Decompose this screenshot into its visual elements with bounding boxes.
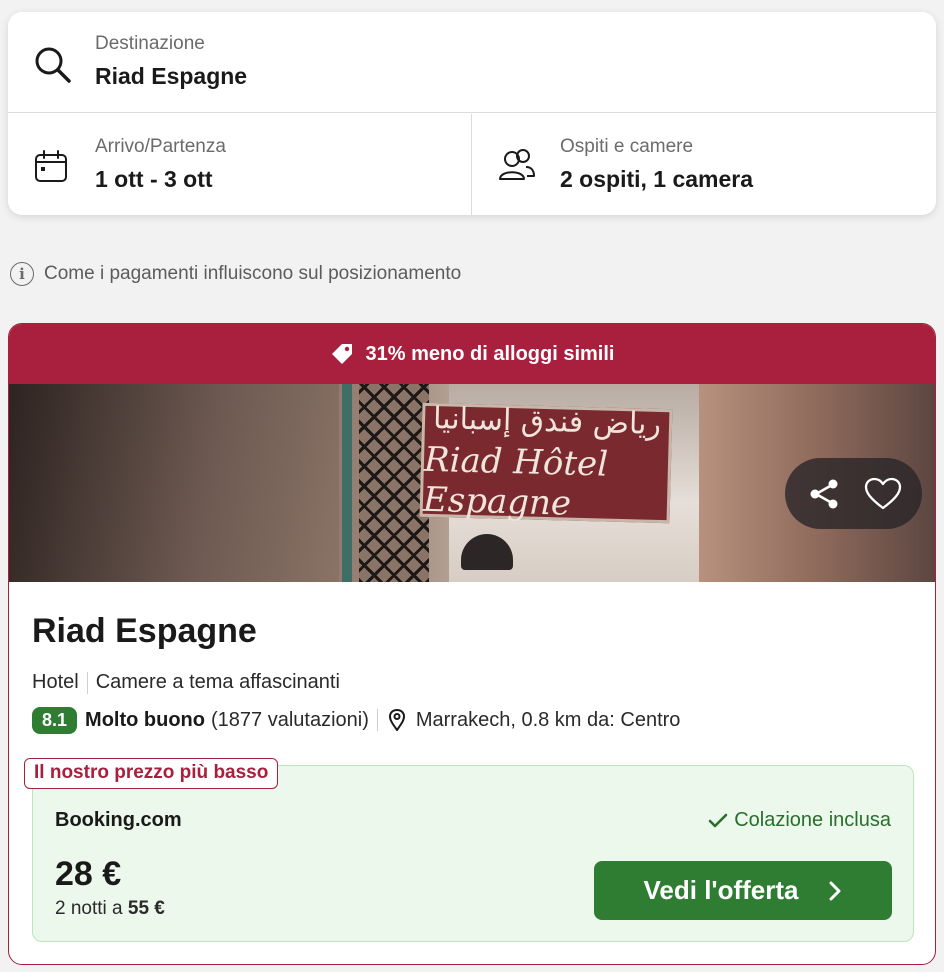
chevron-right-icon xyxy=(829,881,840,900)
share-button[interactable] xyxy=(802,472,846,516)
photo-wall-left xyxy=(9,384,339,582)
hotel-tagline: Camere a tema affascinanti xyxy=(95,671,340,693)
photo-pipe xyxy=(342,384,352,582)
destination-field[interactable]: Destinazione Riad Espagne xyxy=(8,12,936,113)
calendar-icon xyxy=(35,150,67,182)
offer-provider: Booking.com xyxy=(55,809,182,831)
view-offer-label: Vedi l'offerta xyxy=(643,875,799,905)
deal-banner-text: 31% meno di alloggi simili xyxy=(365,342,615,365)
rating-label: Molto buono xyxy=(85,708,205,731)
search-card: Destinazione Riad Espagne Arrivo/Partenz… xyxy=(8,12,936,215)
favorite-button[interactable] xyxy=(861,472,905,516)
deal-banner: 31% meno di alloggi simili xyxy=(9,324,935,384)
hotel-name[interactable]: Riad Espagne xyxy=(32,612,257,651)
sign-latin-text: Riad Hôtel Espagne xyxy=(422,439,609,524)
heart-icon xyxy=(864,477,901,509)
photo-lattice xyxy=(359,384,429,582)
photo-sign: رياض فندق إسبانيا Riad Hôtel Espagne xyxy=(419,400,673,524)
payments-ranking-text: Come i pagamenti influiscono sul posizio… xyxy=(44,263,462,284)
lowest-price-badge: Il nostro prezzo più basso xyxy=(24,758,279,789)
guests-value: 2 ospiti, 1 camera xyxy=(560,166,754,192)
hotel-card[interactable]: 31% meno di alloggi simili رياض فندق إسب… xyxy=(8,323,936,965)
offer-box[interactable]: Booking.com Colazione inclusa 28 € 2 not… xyxy=(32,765,914,942)
payments-ranking-link[interactable]: i Come i pagamenti influiscono sul posiz… xyxy=(10,261,461,287)
rating-score-badge: 8.1 xyxy=(32,706,78,734)
breakfast-text: Colazione inclusa xyxy=(734,809,891,831)
rating-divider xyxy=(376,709,378,731)
breakfast-included: Colazione inclusa xyxy=(708,809,891,832)
sign-arabic-text: رياض فندق إسبانيا xyxy=(432,400,662,442)
review-count: (1877 valutazioni) xyxy=(210,708,369,731)
guests-icon xyxy=(499,149,535,180)
dates-field[interactable]: Arrivo/Partenza 1 ott - 3 ott xyxy=(8,114,472,215)
meta-divider xyxy=(86,671,88,694)
info-icon: i xyxy=(10,262,34,286)
guests-label: Ospiti e camere xyxy=(560,136,694,157)
hotel-location: Marrakech, 0.8 km da: Centro xyxy=(415,708,681,731)
view-offer-button[interactable]: Vedi l'offerta xyxy=(594,861,892,920)
photo-actions xyxy=(785,458,922,529)
nights-prefix: 2 notti a xyxy=(55,898,123,919)
hotel-type: Hotel xyxy=(32,671,79,693)
destination-value: Riad Espagne xyxy=(95,63,248,89)
hotel-photo[interactable]: رياض فندق إسبانيا Riad Hôtel Espagne xyxy=(9,384,935,582)
nights-total: 2 notti a 55 € xyxy=(55,898,165,920)
hotel-meta: Hotel Camere a tema affascinanti xyxy=(32,671,340,694)
tag-icon xyxy=(331,344,352,364)
nights-total-price: 55 € xyxy=(127,898,165,919)
location-pin-icon xyxy=(388,709,405,731)
rating-row: 8.1 Molto buono (1877 valutazioni) Marra… xyxy=(32,705,680,735)
guests-field[interactable]: Ospiti e camere 2 ospiti, 1 camera xyxy=(473,114,936,215)
search-icon xyxy=(35,47,71,83)
check-icon xyxy=(708,813,728,827)
dates-label: Arrivo/Partenza xyxy=(95,136,226,157)
dates-value: 1 ott - 3 ott xyxy=(95,166,213,192)
offer-price: 28 € xyxy=(55,855,122,893)
destination-label: Destinazione xyxy=(95,33,205,54)
share-icon xyxy=(810,479,838,508)
